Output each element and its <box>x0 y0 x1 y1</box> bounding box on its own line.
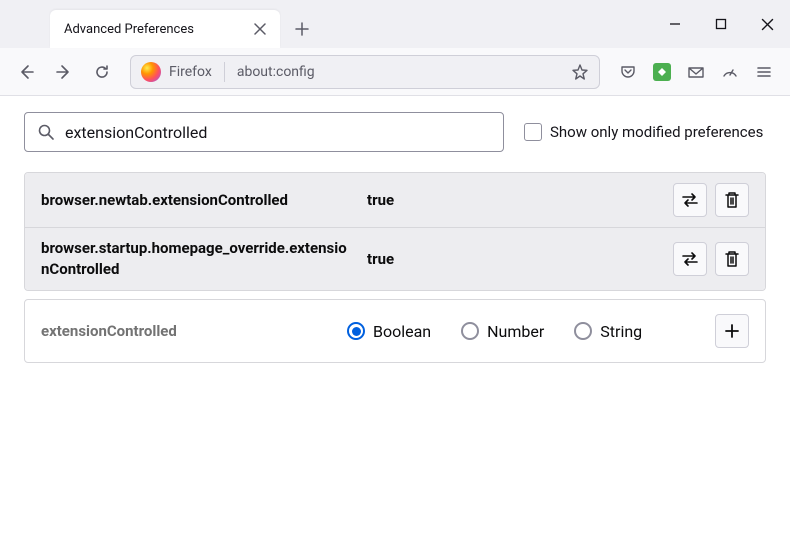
checkbox-icon <box>524 123 542 141</box>
close-tab-button[interactable] <box>250 19 270 39</box>
address-browser-label: Firefox <box>169 64 212 80</box>
search-icon <box>37 123 55 141</box>
pref-row-actions <box>673 183 749 217</box>
pref-value: true <box>367 191 657 209</box>
minimize-icon <box>669 18 681 30</box>
add-pref-button[interactable] <box>715 314 749 348</box>
search-box[interactable] <box>24 112 504 152</box>
close-icon <box>761 18 774 31</box>
plus-icon <box>295 22 309 36</box>
toggle-button[interactable] <box>673 242 707 276</box>
dashboard-button[interactable] <box>714 56 746 88</box>
show-modified-only-checkbox[interactable]: Show only modified preferences <box>524 123 763 141</box>
trash-icon <box>724 191 740 209</box>
pref-name: browser.newtab.extensionControlled <box>41 190 351 211</box>
reload-icon <box>93 63 111 81</box>
arrow-right-icon <box>55 63 73 81</box>
pref-row-actions <box>673 242 749 276</box>
menu-button[interactable] <box>748 56 780 88</box>
pref-row: browser.newtab.extensionControlled true <box>25 173 765 228</box>
delete-button[interactable] <box>715 242 749 276</box>
gauge-icon <box>721 63 739 81</box>
new-pref-name: extensionControlled <box>41 322 331 340</box>
pref-value: true <box>367 250 657 268</box>
radio-number-label: Number <box>487 322 544 341</box>
close-window-button[interactable] <box>744 0 790 48</box>
pocket-icon <box>619 63 637 81</box>
tab-title: Advanced Preferences <box>64 22 250 37</box>
maximize-icon <box>715 18 727 30</box>
show-modified-label: Show only modified preferences <box>550 123 763 141</box>
plus-icon <box>724 323 740 339</box>
firefox-logo-icon <box>141 62 161 82</box>
radio-string[interactable]: String <box>574 322 642 341</box>
type-radio-group: Boolean Number String <box>347 322 699 341</box>
preferences-table: browser.newtab.extensionControlled true … <box>24 172 766 291</box>
new-pref-row: extensionControlled Boolean Number Strin… <box>24 299 766 363</box>
extension-button[interactable] <box>646 56 678 88</box>
mail-button[interactable] <box>680 56 712 88</box>
bookmark-button[interactable] <box>571 63 589 81</box>
radio-icon <box>461 322 479 340</box>
toggle-button[interactable] <box>673 183 707 217</box>
mail-icon <box>687 63 705 81</box>
address-url: about:config <box>237 64 563 80</box>
address-divider <box>224 62 225 82</box>
about-config-page: Show only modified preferences browser.n… <box>0 96 790 379</box>
pref-name: browser.startup.homepage_override.extens… <box>41 238 351 280</box>
forward-button[interactable] <box>48 56 80 88</box>
pref-row: browser.startup.homepage_override.extens… <box>25 228 765 290</box>
delete-button[interactable] <box>715 183 749 217</box>
tab-bar: Advanced Preferences <box>0 0 790 48</box>
radio-icon <box>574 322 592 340</box>
window-controls <box>652 0 790 48</box>
reload-button[interactable] <box>86 56 118 88</box>
toggle-arrows-icon <box>680 191 700 209</box>
toolbar-extra-icons <box>612 56 780 88</box>
close-icon <box>254 23 266 35</box>
radio-string-label: String <box>600 322 642 341</box>
new-tab-button[interactable] <box>286 13 318 45</box>
toggle-arrows-icon <box>680 250 700 268</box>
radio-number[interactable]: Number <box>461 322 544 341</box>
star-icon <box>571 63 589 81</box>
nav-toolbar: Firefox about:config <box>0 48 790 96</box>
minimize-button[interactable] <box>652 0 698 48</box>
radio-boolean-label: Boolean <box>373 322 431 341</box>
radio-boolean[interactable]: Boolean <box>347 322 431 341</box>
hamburger-icon <box>755 63 773 81</box>
search-row: Show only modified preferences <box>24 112 766 152</box>
pocket-button[interactable] <box>612 56 644 88</box>
trash-icon <box>724 250 740 268</box>
maximize-button[interactable] <box>698 0 744 48</box>
address-bar[interactable]: Firefox about:config <box>130 55 600 89</box>
search-input[interactable] <box>65 123 491 142</box>
tab-advanced-preferences[interactable]: Advanced Preferences <box>50 10 280 48</box>
extension-green-icon <box>653 63 671 81</box>
back-button[interactable] <box>10 56 42 88</box>
arrow-left-icon <box>17 63 35 81</box>
radio-icon <box>347 322 365 340</box>
